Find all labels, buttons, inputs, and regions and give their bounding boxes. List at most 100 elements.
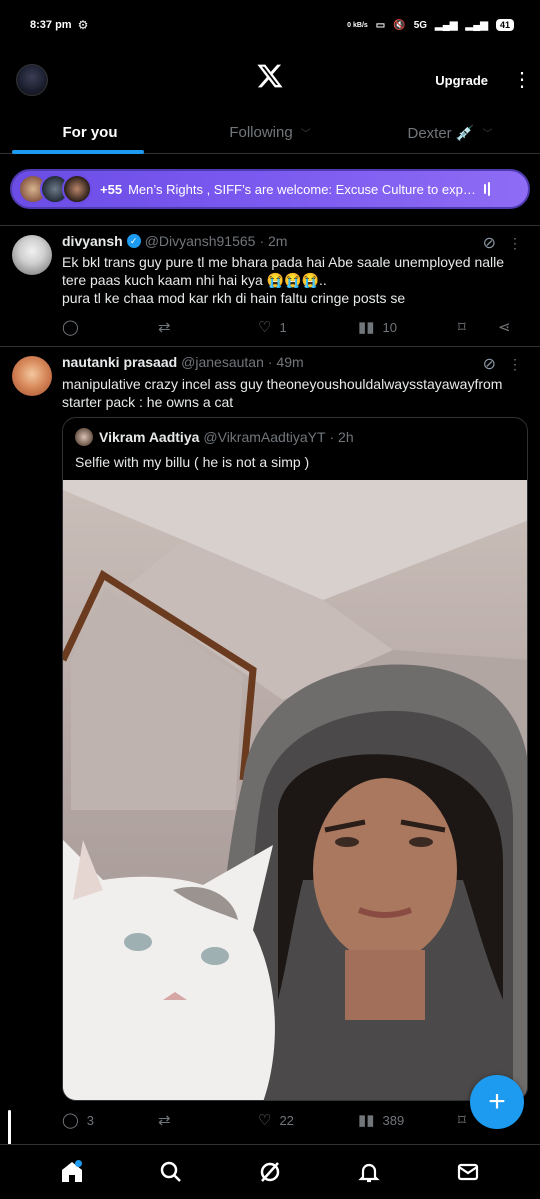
selfie-with-cat-image [63, 480, 527, 1100]
more-options-icon[interactable]: ⋮ [508, 235, 522, 252]
settings-gear-icon: ⚙ [77, 18, 89, 32]
tab-for-you[interactable]: For you [0, 112, 180, 154]
share-icon: ⋖ [498, 319, 511, 336]
post-text: Ek bkl trans guy pure tl me bhara pada h… [62, 253, 522, 307]
grok-icon [260, 1162, 280, 1182]
reply-button[interactable]: ◯ [62, 318, 158, 336]
post-text-line: Ek bkl trans guy pure tl me bhara pada h… [62, 254, 505, 270]
space-title: Men’s Rights , SIFF’s are welcome: Excus… [128, 181, 476, 197]
like-count: 1 [279, 319, 287, 335]
nav-messages[interactable] [448, 1152, 488, 1192]
signal-icon-2: ▂▄▆ [465, 19, 488, 31]
network-type: 5G [413, 19, 428, 31]
repost-icon: ⇄ [158, 1112, 171, 1129]
nav-notifications[interactable] [349, 1152, 389, 1192]
views-button[interactable]: ▮▮ 10 [358, 318, 458, 336]
reply-count: 3 [86, 1112, 95, 1128]
quoted-author-handle: @VikramAadtiyaYT [203, 429, 326, 445]
status-time: 8:37 pm [30, 19, 72, 31]
post-text-line: manipulative crazy incel ass guy theoney… [62, 376, 503, 392]
quoted-post-text: Selfie with my billu ( he is not a simp … [75, 454, 310, 470]
quoted-post-header: Vikram Aadtiya @VikramAadtiyaYT · 2h [75, 428, 354, 446]
nav-grok[interactable] [250, 1152, 290, 1192]
post-text-line: starter pack : he owns a cat [62, 394, 234, 410]
verified-badge-icon: ✓ [126, 234, 141, 248]
tab-dexter[interactable]: Dexter 💉 ﹀ [360, 112, 540, 153]
quoted-author-avatar [75, 428, 93, 446]
listener-avatar [62, 174, 92, 204]
post[interactable]: divyansh ✓ @Divyansh91565 · 2m ⊘ ⋮ Ek bk… [0, 226, 540, 346]
share-button[interactable]: ⋖ [498, 318, 522, 336]
author-handle[interactable]: @janesautan [181, 354, 264, 370]
notification-dot [74, 1160, 82, 1167]
chevron-down-icon: ﹀ [300, 129, 311, 140]
quoted-post-photo[interactable] [63, 480, 527, 1100]
tab-following[interactable]: Following ﹀ [180, 112, 360, 153]
post-text-line: tere paas kuch kaam nhi hai kya 😭😭😭.. [62, 272, 327, 288]
post-text-line: pura tl ke chaa mod kar rkh di hain falt… [62, 290, 406, 306]
listener-count: +55 [100, 181, 123, 197]
view-count: 389 [382, 1112, 405, 1128]
author-avatar[interactable] [12, 356, 52, 396]
more-options-icon[interactable]: ⋮ [508, 356, 522, 373]
repost-icon: ⇄ [158, 319, 171, 336]
view-count: 10 [382, 319, 397, 335]
upgrade-button[interactable]: Upgrade [435, 73, 488, 88]
post-actions: ◯ ⇄ ♡ 1 ▮▮ 10 ⌑ ⋖ [62, 318, 522, 336]
nav-home[interactable] [52, 1152, 92, 1192]
post-text: manipulative crazy incel ass guy theoney… [62, 375, 522, 411]
timeline-tabs: For you Following ﹀ Dexter 💉 ﹀ [0, 112, 540, 154]
bottom-navigation [0, 1144, 540, 1199]
post-time: · 49m [267, 354, 304, 370]
status-bar: 8:37 pm ⚙ 0 kB/s ▭ 🔇 5G ▂▄▆ ▂▄▆ 41 [0, 0, 540, 50]
like-button[interactable]: ♡ 1 [258, 318, 358, 336]
author-name[interactable]: divyansh [62, 233, 123, 249]
mute-icon: 🔇 [393, 19, 406, 31]
app-header: Upgrade ⋮ [0, 56, 540, 104]
repost-button[interactable]: ⇄ [158, 1111, 258, 1129]
post-time: · 2m [259, 233, 288, 249]
like-count: 22 [279, 1112, 294, 1128]
bookmark-icon: ⌑ [458, 319, 466, 336]
net-speed: 0 kB/s [347, 21, 368, 29]
reply-icon: ◯ [62, 1112, 79, 1129]
views-button[interactable]: ▮▮ 389 [358, 1111, 458, 1129]
more-options-icon[interactable]: ⋮ [512, 70, 532, 90]
chevron-down-icon: ﹀ [482, 129, 493, 140]
grok-icon[interactable]: ⊘ [483, 354, 496, 374]
quoted-post-time: · 2h [329, 429, 354, 445]
heart-icon: ♡ [258, 1112, 272, 1129]
tab-label: For you [62, 124, 118, 141]
live-audio-icon [483, 182, 494, 196]
author-avatar[interactable] [12, 235, 52, 275]
heart-icon: ♡ [258, 319, 272, 336]
reply-button[interactable]: ◯ 3 [62, 1111, 158, 1129]
repost-button[interactable]: ⇄ [158, 318, 258, 336]
x-logo-icon[interactable] [256, 62, 284, 90]
author-name[interactable]: nautanki prasaad [62, 354, 177, 370]
quoted-author-name: Vikram Aadtiya [99, 429, 200, 445]
bookmark-button[interactable]: ⌑ [458, 318, 498, 336]
quoted-post[interactable]: Vikram Aadtiya @VikramAadtiyaYT · 2h Sel… [62, 417, 528, 1101]
compose-post-button[interactable]: + [470, 1075, 524, 1129]
messages-icon [458, 1163, 479, 1181]
post-header: divyansh ✓ @Divyansh91565 · 2m [62, 233, 287, 249]
nav-search[interactable] [151, 1152, 191, 1192]
tab-label: Following [229, 124, 293, 141]
views-icon: ▮▮ [358, 1112, 375, 1129]
views-icon: ▮▮ [358, 319, 375, 336]
profile-avatar[interactable] [16, 64, 48, 96]
cast-icon: ▭ [375, 19, 386, 31]
signal-icon: ▂▄▆ [435, 19, 458, 31]
search-icon [160, 1161, 181, 1182]
grok-icon[interactable]: ⊘ [483, 233, 496, 253]
reply-icon: ◯ [62, 319, 79, 336]
battery-level: 41 [495, 19, 514, 31]
live-space-pill[interactable]: +55 Men’s Rights , SIFF’s are welcome: E… [10, 169, 530, 209]
author-handle[interactable]: @Divyansh91565 [145, 233, 256, 249]
notifications-icon [358, 1163, 380, 1183]
post-header: nautanki prasaad @janesautan · 49m [62, 354, 304, 370]
bookmark-icon: ⌑ [458, 1112, 466, 1129]
tab-label: Dexter 💉 [407, 124, 475, 142]
like-button[interactable]: ♡ 22 [258, 1111, 358, 1129]
